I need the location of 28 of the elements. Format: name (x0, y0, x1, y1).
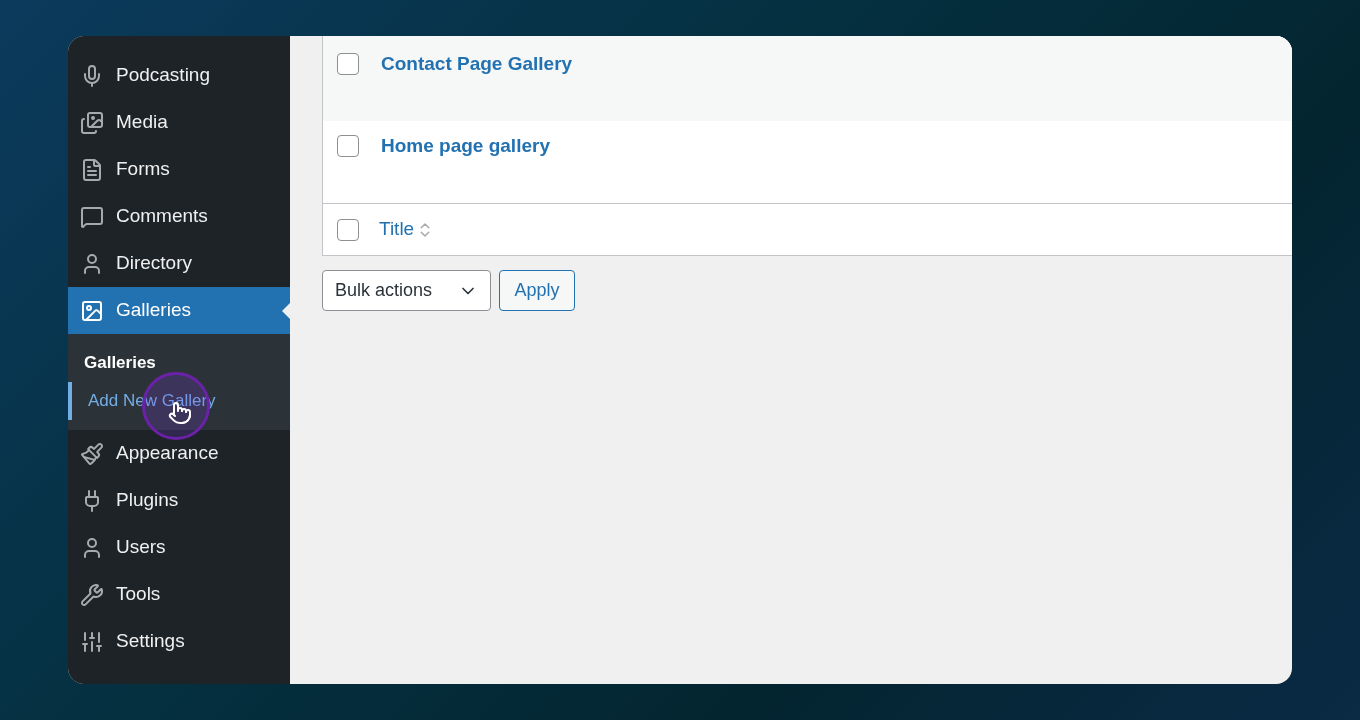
sidebar-menu-item[interactable]: Podcasting (68, 52, 290, 99)
pointer-notch-icon (282, 303, 290, 319)
sidebar-menu-item[interactable]: Appearance (68, 430, 290, 477)
apply-button[interactable]: Apply (499, 270, 575, 311)
checkbox[interactable] (337, 135, 359, 157)
sidebar-menu-item[interactable]: Forms (68, 146, 290, 193)
form-icon (80, 157, 104, 182)
sidebar-menu-item[interactable]: Comments (68, 193, 290, 240)
bulk-actions-select[interactable]: Bulk actions (322, 270, 491, 311)
comment-icon (80, 204, 104, 229)
checkbox[interactable] (337, 53, 359, 75)
sliders-icon (80, 629, 104, 654)
sidebar-menu-item[interactable]: Media (68, 99, 290, 146)
sidebar-menu-item[interactable]: Plugins (68, 477, 290, 524)
gallery-title-link[interactable]: Home page gallery (381, 135, 550, 157)
sidebar-menu-item[interactable]: Users (68, 524, 290, 571)
media-icon (80, 110, 104, 135)
column-header-link[interactable]: Title (379, 215, 415, 244)
sidebar-menu-item[interactable]: Galleries (68, 287, 290, 334)
gallery-icon (80, 298, 104, 323)
sidebar-menu-item[interactable]: Directory (68, 240, 290, 287)
paintbrush-icon (80, 441, 104, 466)
gallery-title-link[interactable]: Contact Page Gallery (381, 53, 573, 75)
checkbox[interactable] (337, 218, 359, 241)
sidebar-menu-item[interactable]: Settings (68, 618, 290, 665)
submenu-item[interactable]: Galleries (68, 344, 290, 382)
wrench-icon (80, 582, 104, 607)
sidebar-menu-item[interactable]: Tools (68, 571, 290, 618)
